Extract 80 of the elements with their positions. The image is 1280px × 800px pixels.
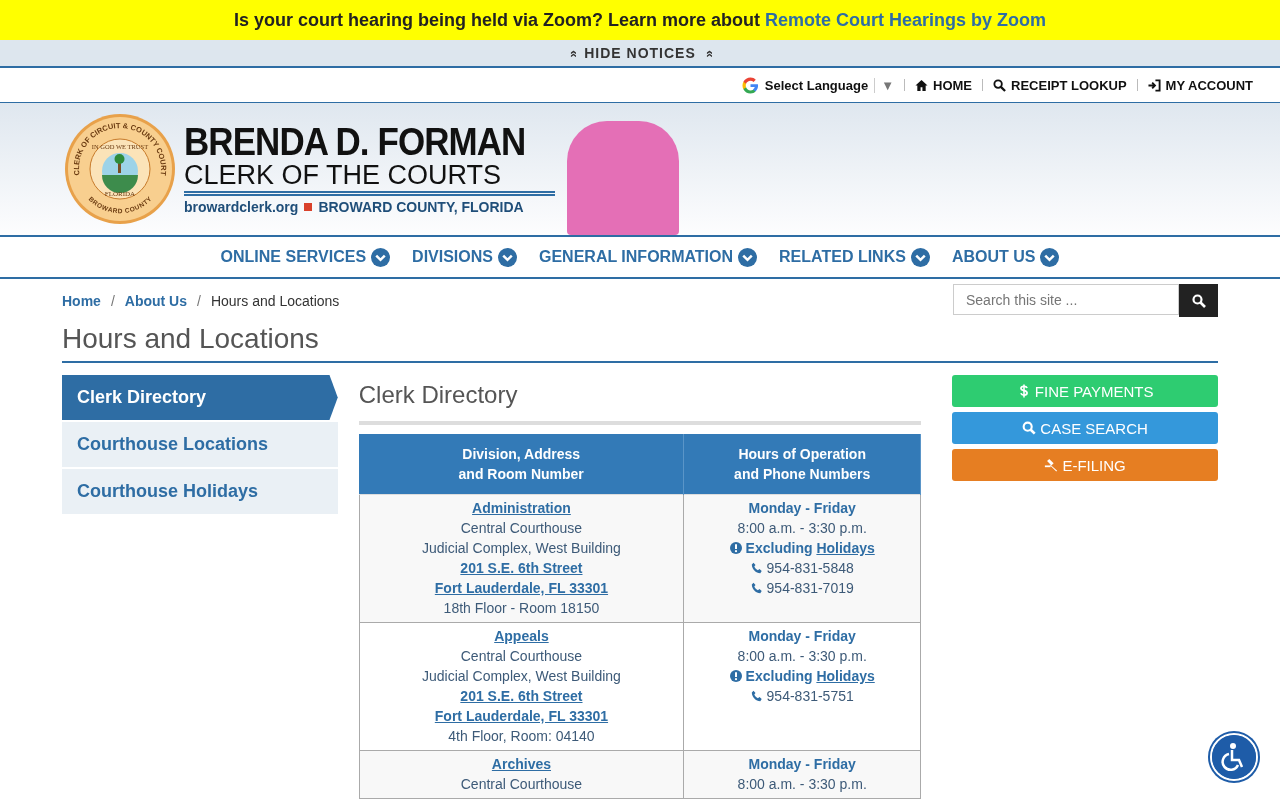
division-link[interactable]: Appeals [359,626,684,646]
division-link[interactable]: Archives [359,754,684,774]
days-text: Monday - Friday [747,499,857,518]
sidebar-item[interactable]: Clerk Directory [62,375,338,420]
phone-icon [750,582,763,594]
accessibility-icon[interactable] [1210,733,1258,781]
hours-text: 8:00 a.m. - 3:30 p.m. [736,519,868,538]
search-field[interactable]: Search this site ... [953,284,1179,315]
nav-menu-item[interactable]: RELATED LINKS [779,247,930,267]
nav-menu-item[interactable]: ONLINE SERVICES [220,247,391,267]
building-text: Central Courthouse [459,647,584,666]
sidebar-item[interactable]: Courthouse Locations [62,422,338,467]
chevron-down-icon [498,247,517,267]
nav-menu-item[interactable]: ABOUT US [951,247,1060,267]
breadcrumb-separator: / [197,292,201,309]
search-button[interactable] [1179,284,1218,317]
address-link[interactable]: 201 S.E. 6th Street [359,558,684,578]
breadcrumb-link[interactable]: About Us [124,292,187,309]
section-title: Clerk Directory [358,381,922,425]
division-link[interactable]: Administration [359,498,684,518]
website-text: browardclerk.org [184,199,299,215]
quick-link-button[interactable]: E-FILING [952,449,1218,481]
exclamation-circle-icon [729,670,742,682]
phone-number: 954-831-5848 [766,560,854,576]
complex-text: Judicial Complex, West Building [420,667,622,686]
chevron-down-icon [910,247,930,267]
nav-menu-item[interactable]: GENERAL INFORMATION [539,247,758,267]
language-select[interactable]: Select Language ▼ [741,76,895,94]
hours-text: 8:00 a.m. - 3:30 p.m. [736,647,868,666]
room-text: 18th Floor - Room 18150 [442,599,601,618]
sidebar-item[interactable]: Courthouse Holidays [62,469,338,514]
notice-text: Is your court hearing being held via Zoom? Learn more about [233,9,760,31]
address-link[interactable]: Fort Lauderdale, FL 33301 [359,578,684,598]
phone-icon [750,562,763,574]
gavel-icon [1044,458,1059,472]
hours-text: 8:00 a.m. - 3:30 p.m. [736,775,868,794]
building-text: Central Courthouse [459,775,584,794]
phone-icon [750,690,763,702]
exclamation-circle-icon [729,542,742,554]
building-text: Central Courthouse [459,519,584,538]
search-icon [1191,293,1206,308]
clerk-name: BRENDA D. FORMAN [184,123,526,161]
hide-notices-button[interactable]: » HIDE NOTICES » [567,45,712,61]
phone-number: 954-831-7019 [766,580,854,596]
utility-link[interactable]: HOME [915,77,973,93]
sign-in-icon [1147,78,1161,92]
quick-link-button[interactable]: CASE SEARCH [952,412,1218,444]
notice-link[interactable]: Remote Court Hearings by Zoom [765,9,1047,31]
chevron-down-icon [738,247,758,267]
page-title: Hours and Locations [62,323,1218,363]
chevron-down-icon [371,247,391,267]
excluding-text: Excluding [745,540,813,556]
column-header: Division, Address and Room Number [359,434,684,495]
utility-link[interactable]: RECEIPT LOOKUP [993,77,1127,93]
dropdown-caret: ▼ [874,77,895,93]
search-icon [1022,421,1037,435]
address-link[interactable]: 201 S.E. 6th Street [359,686,684,706]
location-text: BROWARD COUNTY, FLORIDA [318,199,524,215]
complex-text: Judicial Complex, West Building [420,539,622,558]
chevron-down-icon [1040,247,1060,267]
nav-menu-item[interactable]: DIVISIONS [412,247,517,267]
holidays-link[interactable]: Holidays [816,540,875,556]
search-icon [993,78,1007,92]
breadcrumb-current: Hours and Locations [210,292,340,309]
google-icon [741,76,759,94]
home-icon [915,78,929,92]
days-text: Monday - Friday [747,627,857,646]
utility-link[interactable]: MY ACCOUNT [1147,77,1253,93]
days-text: Monday - Friday [747,755,857,774]
language-label: Select Language [764,77,869,93]
breadcrumb-link[interactable]: Home [62,292,101,309]
address-link[interactable]: Fort Lauderdale, FL 33301 [359,706,684,726]
holidays-link[interactable]: Holidays [816,668,875,684]
clerk-title: CLERK OF THE COURTS [184,161,555,196]
column-header: Hours of Operation and Phone Numbers [683,434,921,495]
excluding-text: Excluding [745,668,813,684]
room-text: 4th Floor, Room: 04140 [447,727,596,746]
breadcrumb-separator: / [110,292,115,309]
phone-number: 954-831-5751 [766,688,854,704]
square-separator-icon [304,203,313,211]
